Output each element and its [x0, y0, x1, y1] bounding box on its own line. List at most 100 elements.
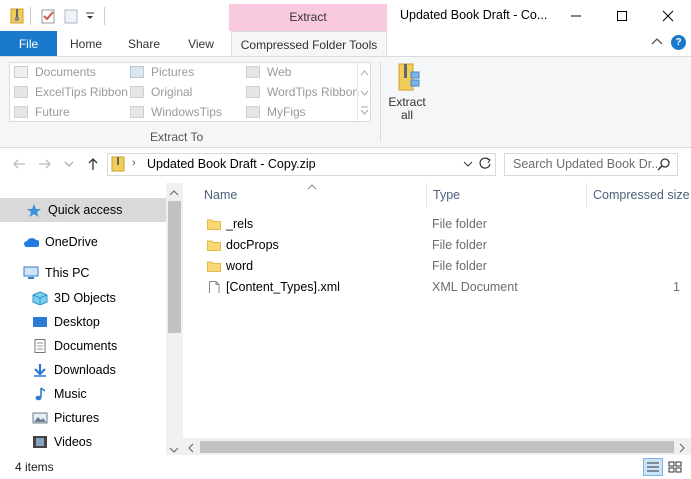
forward-button[interactable] — [36, 155, 54, 173]
nav-item-label: Videos — [54, 435, 92, 449]
extract-to-documents[interactable]: Documents — [14, 63, 96, 81]
nav-item-pictures[interactable]: Pictures — [0, 406, 166, 430]
extract-to-group-label: Extract To — [150, 130, 204, 144]
file-size: 1 — [673, 279, 680, 294]
extract-all-button[interactable]: Extract all — [386, 62, 428, 126]
desktop-icon — [33, 317, 47, 327]
close-button[interactable] — [645, 0, 691, 31]
address-path[interactable]: Updated Book Draft - Copy.zip — [147, 157, 316, 171]
documents-icon — [14, 66, 28, 78]
file-name: [Content_Types].xml — [226, 279, 340, 294]
document-icon — [34, 339, 46, 353]
file-type: XML Document — [432, 279, 518, 294]
nav-scroll-down-icon[interactable] — [169, 443, 179, 457]
column-header-name[interactable]: Name — [204, 188, 237, 202]
extract-to-future[interactable]: Future — [14, 103, 70, 121]
video-icon — [33, 436, 47, 448]
nav-item-desktop[interactable]: Desktop — [0, 310, 166, 334]
file-name: docProps — [226, 237, 279, 252]
column-divider[interactable] — [586, 183, 587, 207]
extract-to-wordtips-ribbon[interactable]: WordTips Ribbon — [246, 83, 359, 101]
tab-home[interactable]: Home — [62, 31, 110, 56]
large-icons-view-button[interactable] — [665, 458, 685, 476]
refresh-button[interactable] — [478, 156, 492, 173]
extract-context-group: Extract — [229, 4, 387, 31]
gallery-up-icon[interactable] — [360, 70, 369, 76]
file-row[interactable]: word File folder — [207, 255, 691, 276]
file-row[interactable]: _rels File folder — [207, 213, 691, 234]
extract-to-myfigs[interactable]: MyFigs — [246, 103, 306, 121]
tab-share[interactable]: Share — [120, 31, 168, 56]
recent-locations-button[interactable] — [60, 155, 78, 173]
collapse-ribbon-button[interactable] — [650, 35, 664, 49]
nav-item-videos[interactable]: Videos — [0, 430, 166, 454]
address-dropdown-button[interactable] — [463, 158, 473, 172]
nav-item-3d-objects[interactable]: 3D Objects — [0, 286, 166, 310]
nav-item-quick-access[interactable]: Quick access — [0, 198, 166, 222]
qat-separator — [30, 7, 31, 25]
music-icon — [35, 387, 46, 401]
nav-item-label: Documents — [54, 339, 118, 353]
nav-item-music[interactable]: Music — [0, 382, 166, 406]
content-scroll-thumb[interactable] — [200, 441, 674, 453]
zip-folder-icon — [111, 156, 125, 172]
arrow-left-icon — [13, 159, 25, 169]
nav-scroll-thumb[interactable] — [168, 201, 181, 333]
extract-to-label: MyFigs — [267, 105, 306, 119]
details-view-button[interactable] — [643, 458, 663, 476]
file-type: File folder — [432, 216, 487, 231]
maximize-icon — [617, 10, 627, 21]
maximize-button[interactable] — [599, 0, 645, 31]
extract-to-original[interactable]: Original — [130, 83, 192, 101]
nav-item-label: 3D Objects — [54, 291, 116, 305]
column-divider[interactable] — [426, 183, 427, 207]
file-row[interactable]: [Content_Types].xml XML Document 1 — [207, 276, 691, 297]
extract-to-web[interactable]: Web — [246, 63, 291, 81]
nav-item-label: Quick access — [48, 203, 123, 217]
nav-item-downloads[interactable]: Downloads — [0, 358, 166, 382]
qat-separator — [104, 7, 105, 25]
extract-to-exceltips-ribbon[interactable]: ExcelTips Ribbon — [14, 83, 128, 101]
tab-view[interactable]: View — [178, 31, 224, 56]
scroll-right-icon[interactable] — [678, 442, 686, 456]
tab-compressed-folder-tools[interactable]: Compressed Folder Tools — [231, 31, 387, 57]
back-button[interactable] — [10, 155, 28, 173]
tab-file[interactable]: File — [0, 31, 57, 56]
file-row[interactable]: docProps File folder — [207, 234, 691, 255]
arrow-right-icon — [39, 159, 51, 169]
nav-item-documents[interactable]: Documents — [0, 334, 166, 358]
nav-scroll-up-icon[interactable] — [169, 186, 179, 200]
properties-icon[interactable] — [40, 8, 56, 24]
column-header-compressed-size[interactable]: Compressed size — [593, 188, 690, 202]
extract-all-icon — [398, 63, 420, 91]
minimize-icon — [571, 15, 581, 16]
status-item-count: 4 items — [15, 460, 54, 474]
file-type: File folder — [432, 258, 487, 273]
extract-to-pictures[interactable]: Pictures — [130, 63, 194, 81]
extract-to-label: Original — [151, 85, 193, 99]
nav-item-this-pc[interactable]: This PC — [0, 261, 166, 285]
gallery-scroller[interactable] — [357, 63, 370, 121]
up-button[interactable] — [84, 155, 102, 173]
extract-to-windowstips[interactable]: WindowsTips — [130, 103, 222, 121]
extract-to-label: WindowsTips — [151, 105, 222, 119]
nav-item-onedrive[interactable]: OneDrive — [0, 230, 166, 254]
breadcrumb-separator-icon[interactable]: › — [132, 157, 136, 169]
pictures-icon — [130, 66, 144, 78]
zip-folder-icon[interactable] — [9, 8, 25, 24]
gallery-down-icon[interactable] — [360, 90, 369, 96]
folder-icon — [14, 106, 28, 118]
minimize-button[interactable] — [553, 0, 599, 31]
column-header-type[interactable]: Type — [433, 188, 460, 202]
folder-icon — [246, 106, 260, 118]
search-icon[interactable] — [657, 157, 671, 174]
help-button[interactable]: ? — [671, 35, 686, 50]
extract-to-label: ExcelTips Ribbon — [35, 85, 128, 99]
nav-item-label: OneDrive — [45, 235, 98, 249]
scroll-left-icon[interactable] — [187, 442, 195, 456]
nav-item-label: Music — [54, 387, 87, 401]
qat-dropdown-icon[interactable] — [84, 10, 100, 26]
new-folder-icon[interactable] — [63, 8, 79, 24]
search-input[interactable]: Search Updated Book Dr... — [513, 157, 662, 171]
nav-item-label: Downloads — [54, 363, 116, 377]
